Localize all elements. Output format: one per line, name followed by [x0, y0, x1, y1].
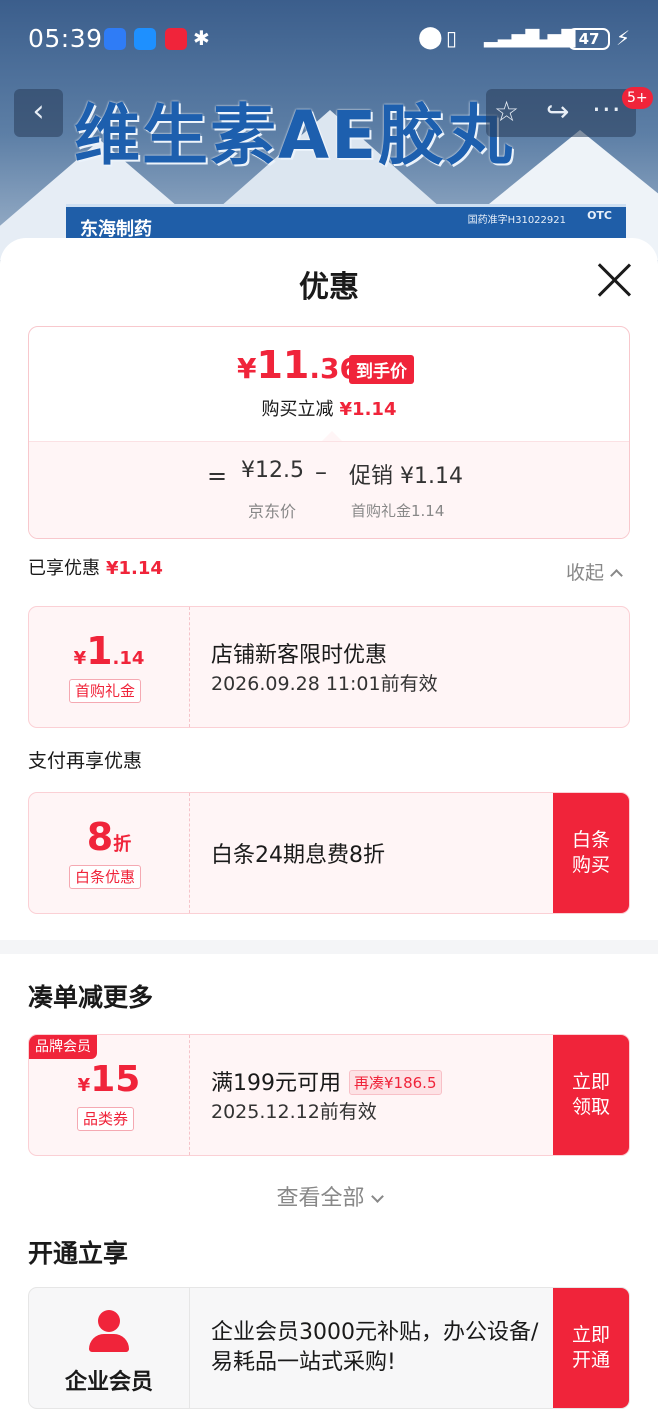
bluetooth-icon: ✱ — [193, 26, 210, 50]
vip-identity: 企业会员 — [29, 1288, 189, 1408]
coupon-type-chip: 品类券 — [77, 1107, 135, 1131]
reduce-amount: ¥1.14 — [339, 399, 397, 420]
coupon-divider — [189, 1035, 190, 1155]
coupon-title: 白条24期息费8折 — [211, 843, 385, 868]
baitiao-buy-button[interactable]: 白条 购买 — [553, 793, 629, 913]
coupon-type-chip: 首购礼金 — [69, 679, 142, 703]
app-icon-red — [165, 28, 187, 50]
final-price-integer: 11 — [256, 343, 310, 387]
vip-name: 企业会员 — [64, 1370, 153, 1395]
coupon-integer: 8 — [86, 815, 114, 859]
coupon-value: ¥1.14 首购礼金 — [29, 607, 189, 727]
promo-detail: 首购礼金1.14 — [351, 502, 445, 520]
brand-member-coupon: 品牌会员 ¥15 品类券 满199元可用 再凑¥186.5 2025.12.12前… — [28, 1034, 630, 1156]
coupon-integer: 15 — [90, 1059, 141, 1100]
final-price-currency: ¥ — [237, 352, 257, 385]
coupon-validity: 2026.09.28 11:01前有效 — [211, 673, 438, 695]
vip-divider — [189, 1288, 190, 1408]
button-line: 白条 — [571, 829, 610, 851]
price-summary-card: ¥11.36 到手价 购买立减 ¥1.14 = ¥12.5 京东价 – 促销 ¥1… — [28, 326, 630, 539]
more-icon[interactable]: ··· — [592, 93, 622, 126]
coupon-divider — [189, 607, 190, 727]
coupon-decimal: .14 — [112, 648, 145, 669]
message-count-badge: 5+ — [622, 87, 653, 109]
user-icon-head — [98, 1310, 120, 1332]
button-line: 领取 — [571, 1096, 610, 1118]
status-bar: 05:39 ✱ ⬤ ▯ ▂▃▅▇ ▂▃▅▇ 47 ⚡ — [0, 0, 658, 80]
coupon-value: ¥15 品类券 — [29, 1035, 189, 1155]
banner-otc: OTC — [587, 209, 612, 222]
coupon-amount: ¥15 — [29, 1059, 189, 1100]
coupon-unit: 折 — [113, 834, 132, 855]
equals-sign: = — [207, 462, 228, 490]
coupon-value: 8折 白条优惠 — [29, 793, 189, 913]
open-membership-button[interactable]: 立即 开通 — [553, 1288, 629, 1408]
reduce-label: 购买立减 — [261, 399, 334, 420]
location-icon: ⬤ — [418, 25, 443, 50]
reduce-line: 购买立减 ¥1.14 — [29, 395, 629, 421]
charging-icon: ⚡ — [616, 26, 631, 50]
favorite-star-icon[interactable]: ☆ — [494, 95, 519, 128]
coupon-validity: 2025.12.12前有效 — [211, 1101, 377, 1123]
first-purchase-coupon: ¥1.14 首购礼金 店铺新客限时优惠 2026.09.28 11:01前有效 — [28, 606, 630, 728]
minus-sign: – — [315, 458, 327, 486]
final-price: ¥11.36 — [237, 343, 359, 387]
promo-amount: 促销 ¥1.14 — [349, 464, 463, 489]
coupon-type-chip: 白条优惠 — [69, 865, 142, 889]
status-time: 05:39 — [28, 24, 103, 53]
section-title-more: 凑单减更多 — [28, 983, 154, 1012]
coupon-currency: ¥ — [73, 648, 87, 669]
enjoyed-label: 已享优惠 — [28, 558, 100, 579]
button-line: 立即 — [571, 1071, 610, 1093]
nav-actions: ☆ ↪ ··· — [486, 89, 636, 137]
coupon-currency: ¥ — [77, 1075, 91, 1096]
coupon-divider — [189, 793, 190, 913]
battery-indicator: 47 — [568, 28, 610, 50]
app-icon-compass — [134, 28, 156, 50]
share-icon[interactable]: ↪ — [546, 95, 569, 128]
jd-price-label: 京东价 — [247, 502, 296, 521]
app-icon-blue — [104, 28, 126, 50]
chevron-down-icon — [370, 1190, 384, 1203]
vip-description: 企业会员3000元补贴，办公设备/易耗品一站式采购! — [211, 1320, 539, 1375]
need-more-tag: 再凑¥186.5 — [349, 1070, 442, 1095]
section-title-open: 开通立享 — [28, 1239, 129, 1268]
enjoyed-discount: 已享优惠 ¥1.14 — [28, 554, 163, 580]
user-icon — [87, 1310, 131, 1352]
button-line: 立即 — [571, 1324, 610, 1346]
vibrate-icon: ▯ — [446, 26, 458, 50]
coupon-condition: 满199元可用 — [211, 1071, 341, 1096]
coupon-title: 店铺新客限时优惠 — [211, 643, 388, 668]
baitiao-coupon: 8折 白条优惠 白条24期息费8折 白条 购买 — [28, 792, 630, 914]
button-line: 购买 — [571, 854, 610, 876]
collapse-button[interactable]: 收起 — [566, 558, 623, 585]
sheet-title: 优惠 — [299, 270, 359, 305]
claim-coupon-button[interactable]: 立即 领取 — [553, 1035, 629, 1155]
pay-discount-label: 支付再享优惠 — [28, 750, 143, 772]
discount-sheet: 优惠 ¥11.36 到手价 购买立减 ¥1.14 = ¥12.5 京东价 – 促销… — [0, 238, 658, 1416]
back-button[interactable]: ‹ — [14, 89, 63, 137]
chevron-up-icon — [610, 569, 623, 582]
collapse-label: 收起 — [566, 562, 605, 584]
view-all-button[interactable]: 查看全部 — [0, 1180, 658, 1212]
final-price-tag: 到手价 — [349, 355, 414, 384]
price-breakdown: = ¥12.5 京东价 – 促销 ¥1.14 首购礼金1.14 — [29, 441, 629, 538]
banner-product-title: 维生素AE胶丸 — [74, 97, 515, 174]
close-icon[interactable] — [596, 262, 632, 298]
coupon-amount: 8折 — [29, 815, 189, 859]
button-line: 开通 — [571, 1349, 610, 1371]
view-all-label: 查看全部 — [276, 1186, 365, 1211]
coupon-title: 满199元可用 再凑¥186.5 — [211, 1065, 442, 1097]
user-icon-body — [89, 1334, 129, 1352]
section-divider — [0, 940, 658, 954]
breakdown-notch — [322, 431, 342, 441]
coupon-amount: ¥1.14 — [29, 629, 189, 673]
enterprise-member-card: 企业会员 企业会员3000元补贴，办公设备/易耗品一站式采购! 立即 开通 — [28, 1287, 630, 1409]
price-summary-top: ¥11.36 到手价 购买立减 ¥1.14 — [29, 327, 629, 441]
jd-price: ¥12.5 — [241, 458, 304, 483]
enjoyed-amount: ¥1.14 — [106, 558, 163, 579]
coupon-integer: 1 — [86, 629, 113, 673]
banner-approval: 国药准字H31022921 — [467, 215, 566, 226]
